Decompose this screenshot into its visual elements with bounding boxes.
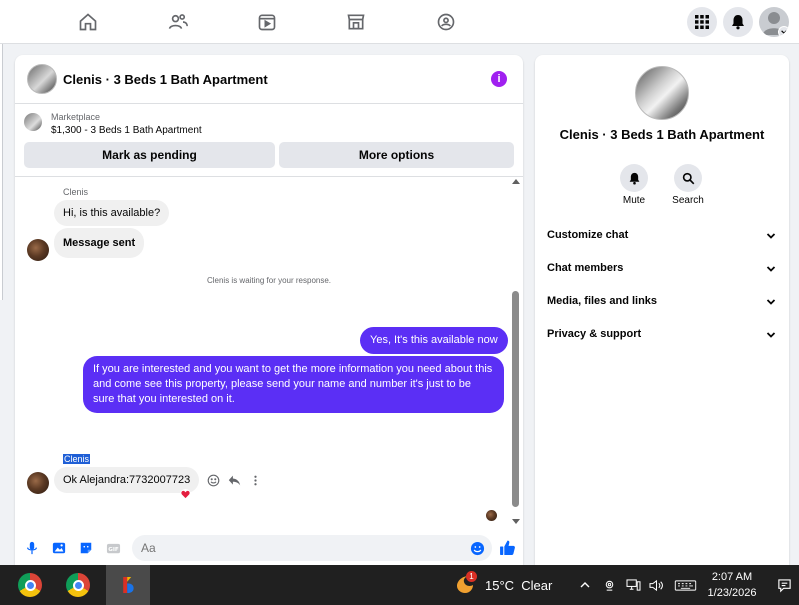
clock-time: 2:07 AM <box>711 571 753 583</box>
listing-price-title: $1,300 - 3 Beds 1 Bath Apartment <box>51 125 202 136</box>
message-thread: Clenis Hi, is this available? Message se… <box>15 177 523 527</box>
privacy-support-row[interactable]: Privacy & support <box>535 321 789 349</box>
media-files-links-row[interactable]: Media, files and links <box>535 288 789 316</box>
gif-icon[interactable]: GIF <box>104 539 122 557</box>
listing-avatar-large[interactable] <box>635 66 689 120</box>
incoming-message[interactable]: Message sent <box>54 228 145 258</box>
mute-label: Mute <box>622 195 646 206</box>
info-icon[interactable]: i <box>491 71 507 87</box>
sender-avatar[interactable] <box>27 239 49 261</box>
marketplace-icon[interactable] <box>342 8 370 36</box>
emoji-icon[interactable] <box>468 539 486 557</box>
bell-icon <box>629 172 639 185</box>
sender-avatar[interactable] <box>27 472 49 494</box>
chat-info-title: Clenis · 3 Beds 1 Bath Apartment <box>559 127 765 142</box>
like-thumbs-up-icon[interactable] <box>497 537 517 557</box>
section-label: Chat members <box>547 262 624 274</box>
chevron-down-icon <box>766 299 776 305</box>
top-navigation <box>0 0 799 44</box>
mute-button[interactable] <box>620 164 648 192</box>
search-button[interactable] <box>674 164 702 192</box>
watch-icon[interactable] <box>253 8 281 36</box>
chrome-profile-app-icon[interactable] <box>58 565 98 605</box>
mark-as-pending-button[interactable]: Mark as pending <box>24 142 275 168</box>
chevron-down-icon <box>766 233 776 239</box>
incoming-message[interactable]: Ok Alejandra:7732007723 <box>54 467 200 493</box>
chevron-down-icon <box>778 26 789 37</box>
notifications-button[interactable] <box>723 7 753 37</box>
sticker-icon[interactable] <box>77 539 95 557</box>
message-input[interactable] <box>132 535 492 561</box>
outgoing-message[interactable]: If you are interested and you want to ge… <box>83 356 504 413</box>
more-options-button[interactable]: More options <box>279 142 514 168</box>
chrome-app-icon[interactable] <box>10 565 50 605</box>
chat-panel: Clenis · 3 Beds 1 Bath Apartment i Marke… <box>15 55 523 565</box>
chevron-down-icon <box>766 332 776 338</box>
section-label: Customize chat <box>547 229 629 241</box>
chevron-down-icon <box>766 266 776 272</box>
show-hidden-icons-chevron-up-icon[interactable] <box>577 577 593 593</box>
weather-badge: 1 <box>466 571 477 582</box>
scroll-down-arrow-icon[interactable] <box>512 519 520 524</box>
home-icon[interactable] <box>74 8 102 36</box>
customize-chat-row[interactable]: Customize chat <box>535 222 789 250</box>
photo-icon[interactable] <box>50 539 68 557</box>
camera-privacy-icon[interactable] <box>601 577 617 593</box>
outgoing-message[interactable]: Yes, It's this available now <box>360 327 508 354</box>
chat-members-row[interactable]: Chat members <box>535 255 789 283</box>
heart-reaction-icon[interactable] <box>180 489 191 500</box>
message-composer: GIF <box>15 531 523 565</box>
search-icon <box>682 172 694 184</box>
friends-icon[interactable] <box>164 8 192 36</box>
menu-grid-button[interactable] <box>687 7 717 37</box>
listing-thumbnail <box>24 113 42 131</box>
chat-title[interactable]: Clenis · 3 Beds 1 Bath Apartment <box>63 72 268 87</box>
marketplace-listing-row[interactable]: Marketplace $1,300 - 3 Beds 1 Bath Apart… <box>15 105 523 141</box>
listing-avatar[interactable] <box>27 64 57 94</box>
left-sidebar-edge <box>0 44 3 300</box>
seen-receipt-avatar <box>486 510 497 521</box>
volume-icon[interactable] <box>648 577 664 593</box>
section-label: Privacy & support <box>547 328 642 340</box>
weather-text[interactable]: 15°C Clear <box>485 578 552 593</box>
scrollbar-thumb[interactable] <box>512 291 519 507</box>
grid-icon <box>695 15 709 29</box>
microphone-icon[interactable] <box>23 539 41 557</box>
clock-date: 1/23/2026 <box>707 587 757 599</box>
notification-center-icon[interactable] <box>776 577 792 593</box>
bell-icon <box>732 15 744 30</box>
account-avatar-button[interactable] <box>759 7 789 37</box>
network-icon[interactable] <box>625 577 641 593</box>
scroll-up-arrow-icon[interactable] <box>512 179 520 184</box>
active-app-icon[interactable] <box>106 565 150 605</box>
reply-icon[interactable] <box>226 472 242 488</box>
incoming-message[interactable]: Hi, is this available? <box>54 200 170 226</box>
more-actions-icon[interactable] <box>247 472 263 488</box>
app-logo-icon <box>123 577 134 593</box>
groups-icon[interactable] <box>432 8 460 36</box>
message-scrollbar[interactable] <box>511 177 521 527</box>
chat-header: Clenis · 3 Beds 1 Bath Apartment i <box>15 55 523 104</box>
windows-taskbar: 1 15°C Clear 2:07 AM 1/23/2026 <box>0 565 799 605</box>
sender-name: Clenis <box>63 187 89 197</box>
section-label: Media, files and links <box>547 295 658 307</box>
react-emoji-icon[interactable] <box>205 472 221 488</box>
chat-info-panel: Clenis · 3 Beds 1 Bath Apartment Mute Se… <box>535 55 789 565</box>
search-label: Search <box>672 195 704 206</box>
system-clock[interactable]: 2:07 AM 1/23/2026 <box>700 569 764 601</box>
system-note: Clenis is waiting for your response. <box>206 276 332 285</box>
sender-name-selected: Clenis <box>63 454 91 464</box>
svg-text:GIF: GIF <box>108 546 119 552</box>
keyboard-icon[interactable] <box>673 577 697 593</box>
marketplace-label: Marketplace <box>51 112 101 122</box>
